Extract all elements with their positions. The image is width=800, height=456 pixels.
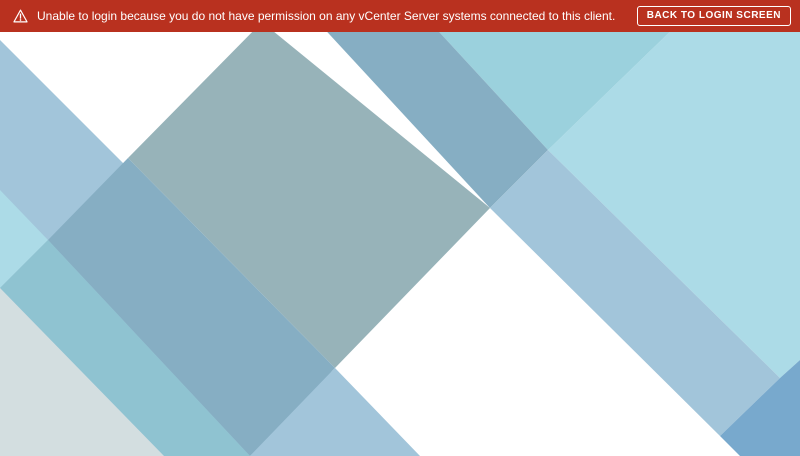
login-page: Unable to login because you do not have …	[0, 0, 800, 456]
alert-message: Unable to login because you do not have …	[37, 9, 616, 23]
background-pattern	[0, 0, 800, 456]
alert-bar: Unable to login because you do not have …	[0, 0, 800, 32]
warning-icon	[12, 8, 28, 24]
back-to-login-button[interactable]: BACK TO LOGIN SCREEN	[636, 6, 791, 26]
